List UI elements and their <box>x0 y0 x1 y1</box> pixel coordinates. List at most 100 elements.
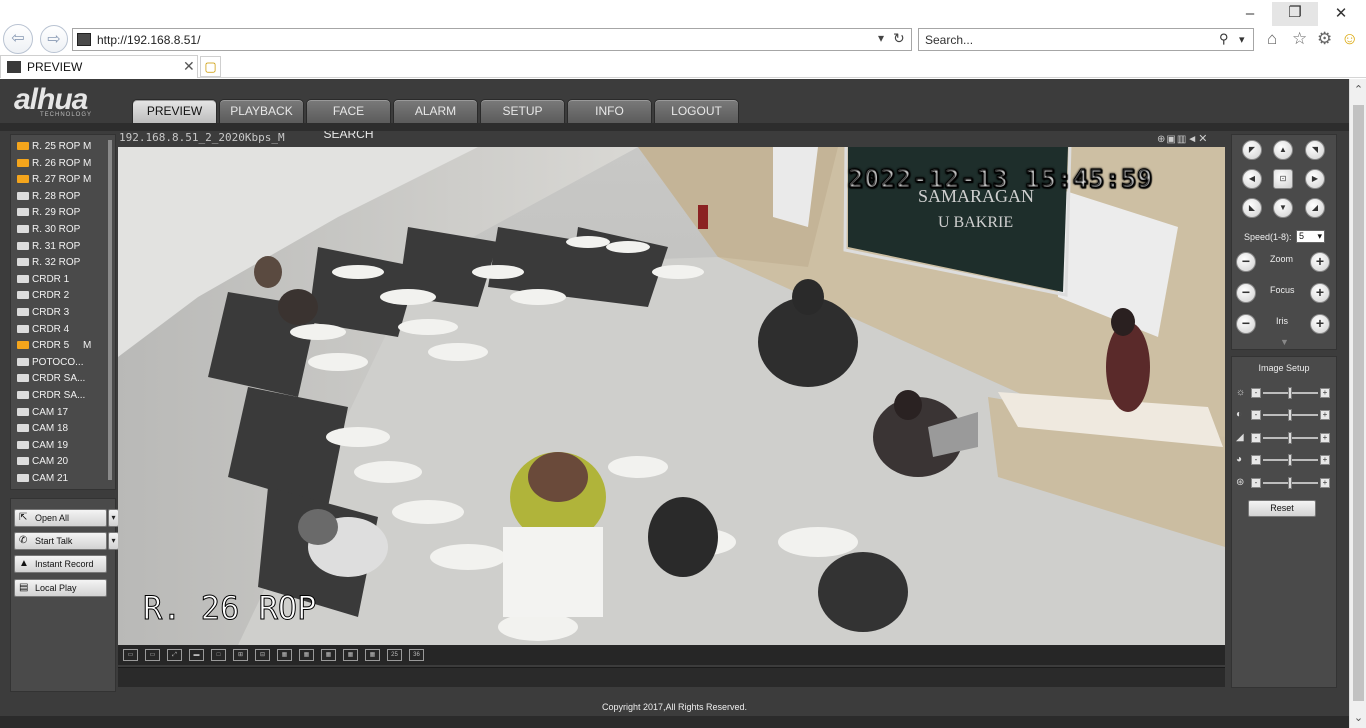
layout-button[interactable]: ▦ <box>321 649 336 661</box>
hue-minus[interactable]: - <box>1251 455 1261 465</box>
layout-button[interactable]: ▭ <box>145 649 160 661</box>
camera-list-item[interactable]: R. 28 ROP <box>17 190 107 204</box>
camera-list-item[interactable]: POTOCO... <box>17 356 107 370</box>
layout-button[interactable]: ▬ <box>189 649 204 661</box>
layout-button[interactable]: □ <box>211 649 226 661</box>
speed-select[interactable]: 5 ▾ <box>1296 230 1325 243</box>
tab-close-icon[interactable]: ✕ <box>183 58 195 75</box>
smiley-feedback-icon[interactable]: ☺ <box>1341 29 1358 49</box>
brightness-knob[interactable] <box>1288 387 1292 399</box>
close-window-icon[interactable]: ✕ <box>1318 3 1364 25</box>
layout-button[interactable]: ▦ <box>343 649 358 661</box>
nav-tab-alarm[interactable]: ALARM <box>393 99 478 123</box>
nav-tab-info[interactable]: INFO <box>567 99 652 123</box>
nav-tab-face-search[interactable]: FACE SEARCH <box>306 99 391 141</box>
contrast-slider[interactable]: ◐ - + <box>1236 409 1332 421</box>
gamma-plus[interactable]: + <box>1320 478 1330 488</box>
brightness-plus[interactable]: + <box>1320 388 1330 398</box>
saturation-minus[interactable]: - <box>1251 433 1261 443</box>
layout-button[interactable]: ▦ <box>299 649 314 661</box>
audio-icon[interactable]: ◄ <box>1187 134 1198 145</box>
gamma-slider[interactable]: ⊛ - + <box>1236 477 1332 489</box>
camera-list-item[interactable]: R. 27 ROP M <box>17 173 107 187</box>
contrast-minus[interactable]: - <box>1251 410 1261 420</box>
focus-plus-button[interactable]: + <box>1310 283 1330 303</box>
camera-list-item[interactable]: CRDR SA... <box>17 372 107 386</box>
layout-button[interactable]: ⊟ <box>255 649 270 661</box>
contrast-knob[interactable] <box>1288 409 1292 421</box>
camera-list-item[interactable]: R. 25 ROP M <box>17 140 107 154</box>
address-dropdown-icon[interactable]: ▾ <box>878 31 884 45</box>
ptz-down-right-icon[interactable]: ◢ <box>1305 198 1325 218</box>
layout-button[interactable]: ▭ <box>123 649 138 661</box>
settings-gear-icon[interactable]: ⚙ <box>1317 29 1332 49</box>
camera-list-item[interactable]: CRDR SA... <box>17 389 107 403</box>
nav-tab-logout[interactable]: LOGOUT <box>654 99 739 123</box>
page-scrollbar[interactable]: ⌃ ⌄ <box>1349 79 1366 728</box>
restore-icon[interactable]: ❐ <box>1272 2 1318 26</box>
zoom-icon[interactable]: ⊕ <box>1157 134 1166 145</box>
saturation-slider[interactable]: ◢ - + <box>1236 432 1332 444</box>
nav-tab-preview[interactable]: PREVIEW <box>132 99 217 123</box>
search-dropdown-icon[interactable]: ▾ <box>1239 33 1245 46</box>
back-button[interactable]: ⇦ <box>3 24 33 54</box>
camera-list-item[interactable]: CAM 17 <box>17 406 107 420</box>
layout-button[interactable]: ⊞ <box>233 649 248 661</box>
contrast-plus[interactable]: + <box>1320 410 1330 420</box>
open-all-button[interactable]: ⇱ Open All <box>14 509 107 527</box>
camera-list-item[interactable]: R. 26 ROP M <box>17 157 107 171</box>
ptz-right-icon[interactable]: ▶ <box>1305 169 1325 189</box>
camera-list-item[interactable]: CRDR 1 <box>17 273 107 287</box>
brightness-minus[interactable]: - <box>1251 388 1261 398</box>
camera-list-item[interactable]: R. 29 ROP <box>17 206 107 220</box>
search-box[interactable]: Search... ⚲ ▾ <box>918 28 1254 51</box>
ptz-up-right-icon[interactable]: ◥ <box>1305 140 1325 160</box>
refresh-icon[interactable]: ↻ <box>893 30 905 47</box>
hue-knob[interactable] <box>1288 454 1292 466</box>
camera-list-item[interactable]: CAM 21 <box>17 472 107 486</box>
camera-list-item[interactable]: R. 30 ROP <box>17 223 107 237</box>
camera-list-item[interactable]: R. 31 ROP <box>17 240 107 254</box>
camera-list-item[interactable]: CRDR 3 <box>17 306 107 320</box>
scroll-up-icon[interactable]: ⌃ <box>1352 83 1365 96</box>
new-tab-icon[interactable]: ▢ <box>200 56 221 77</box>
zoom-out-button[interactable]: − <box>1236 252 1256 272</box>
zoom-in-button[interactable]: + <box>1310 252 1330 272</box>
favorites-star-icon[interactable]: ☆ <box>1292 29 1307 49</box>
ptz-down-left-icon[interactable]: ◣ <box>1242 198 1262 218</box>
layout-button[interactable]: ▦ <box>277 649 292 661</box>
camera-list-item[interactable]: CRDR 5 M <box>17 339 107 353</box>
camera-list-item[interactable]: CAM 18 <box>17 422 107 436</box>
ptz-center-icon[interactable]: ⊡ <box>1273 169 1293 189</box>
start-talk-button[interactable]: ✆ Start Talk <box>14 532 107 550</box>
iris-plus-button[interactable]: + <box>1310 314 1330 334</box>
live-video-feed[interactable]: SAMARAGAN U BAKRIE 2022-12-13 15:45:59 R… <box>118 147 1225 645</box>
browser-tab-preview[interactable]: PREVIEW ✕ <box>0 55 198 78</box>
forward-button[interactable]: ⇨ <box>40 25 68 53</box>
camera-list-item[interactable]: CAM 19 <box>17 439 107 453</box>
layout-button[interactable]: 36 <box>409 649 424 661</box>
ptz-down-icon[interactable]: ▼ <box>1273 198 1293 218</box>
gamma-knob[interactable] <box>1288 477 1292 489</box>
scroll-down-icon[interactable]: ⌄ <box>1352 711 1365 724</box>
hue-slider[interactable]: ◕ - + <box>1236 454 1332 466</box>
camera-list-scrollbar[interactable] <box>108 140 112 480</box>
layout-button[interactable]: ▦ <box>365 649 380 661</box>
reset-button[interactable]: Reset <box>1248 500 1316 517</box>
gamma-minus[interactable]: - <box>1251 478 1261 488</box>
home-icon[interactable]: ⌂ <box>1267 29 1277 49</box>
local-play-button[interactable]: ▤ Local Play <box>14 579 107 597</box>
saturation-plus[interactable]: + <box>1320 433 1330 443</box>
close-video-icon[interactable]: ✕ <box>1198 133 1208 145</box>
saturation-knob[interactable] <box>1288 432 1292 444</box>
snapshot-icon[interactable]: ▣ <box>1166 134 1176 145</box>
camera-list-item[interactable]: R. 32 ROP <box>17 256 107 270</box>
iris-minus-button[interactable]: − <box>1236 314 1256 334</box>
ptz-up-left-icon[interactable]: ◤ <box>1242 140 1262 160</box>
nav-tab-playback[interactable]: PLAYBACK <box>219 99 304 123</box>
address-bar[interactable]: http://192.168.8.51/ ▾ ↻ <box>72 28 912 51</box>
scroll-thumb[interactable] <box>1353 105 1364 701</box>
layout-button[interactable]: 25 <box>387 649 402 661</box>
focus-minus-button[interactable]: − <box>1236 283 1256 303</box>
instant-record-button[interactable]: ▲ Instant Record <box>14 555 107 573</box>
